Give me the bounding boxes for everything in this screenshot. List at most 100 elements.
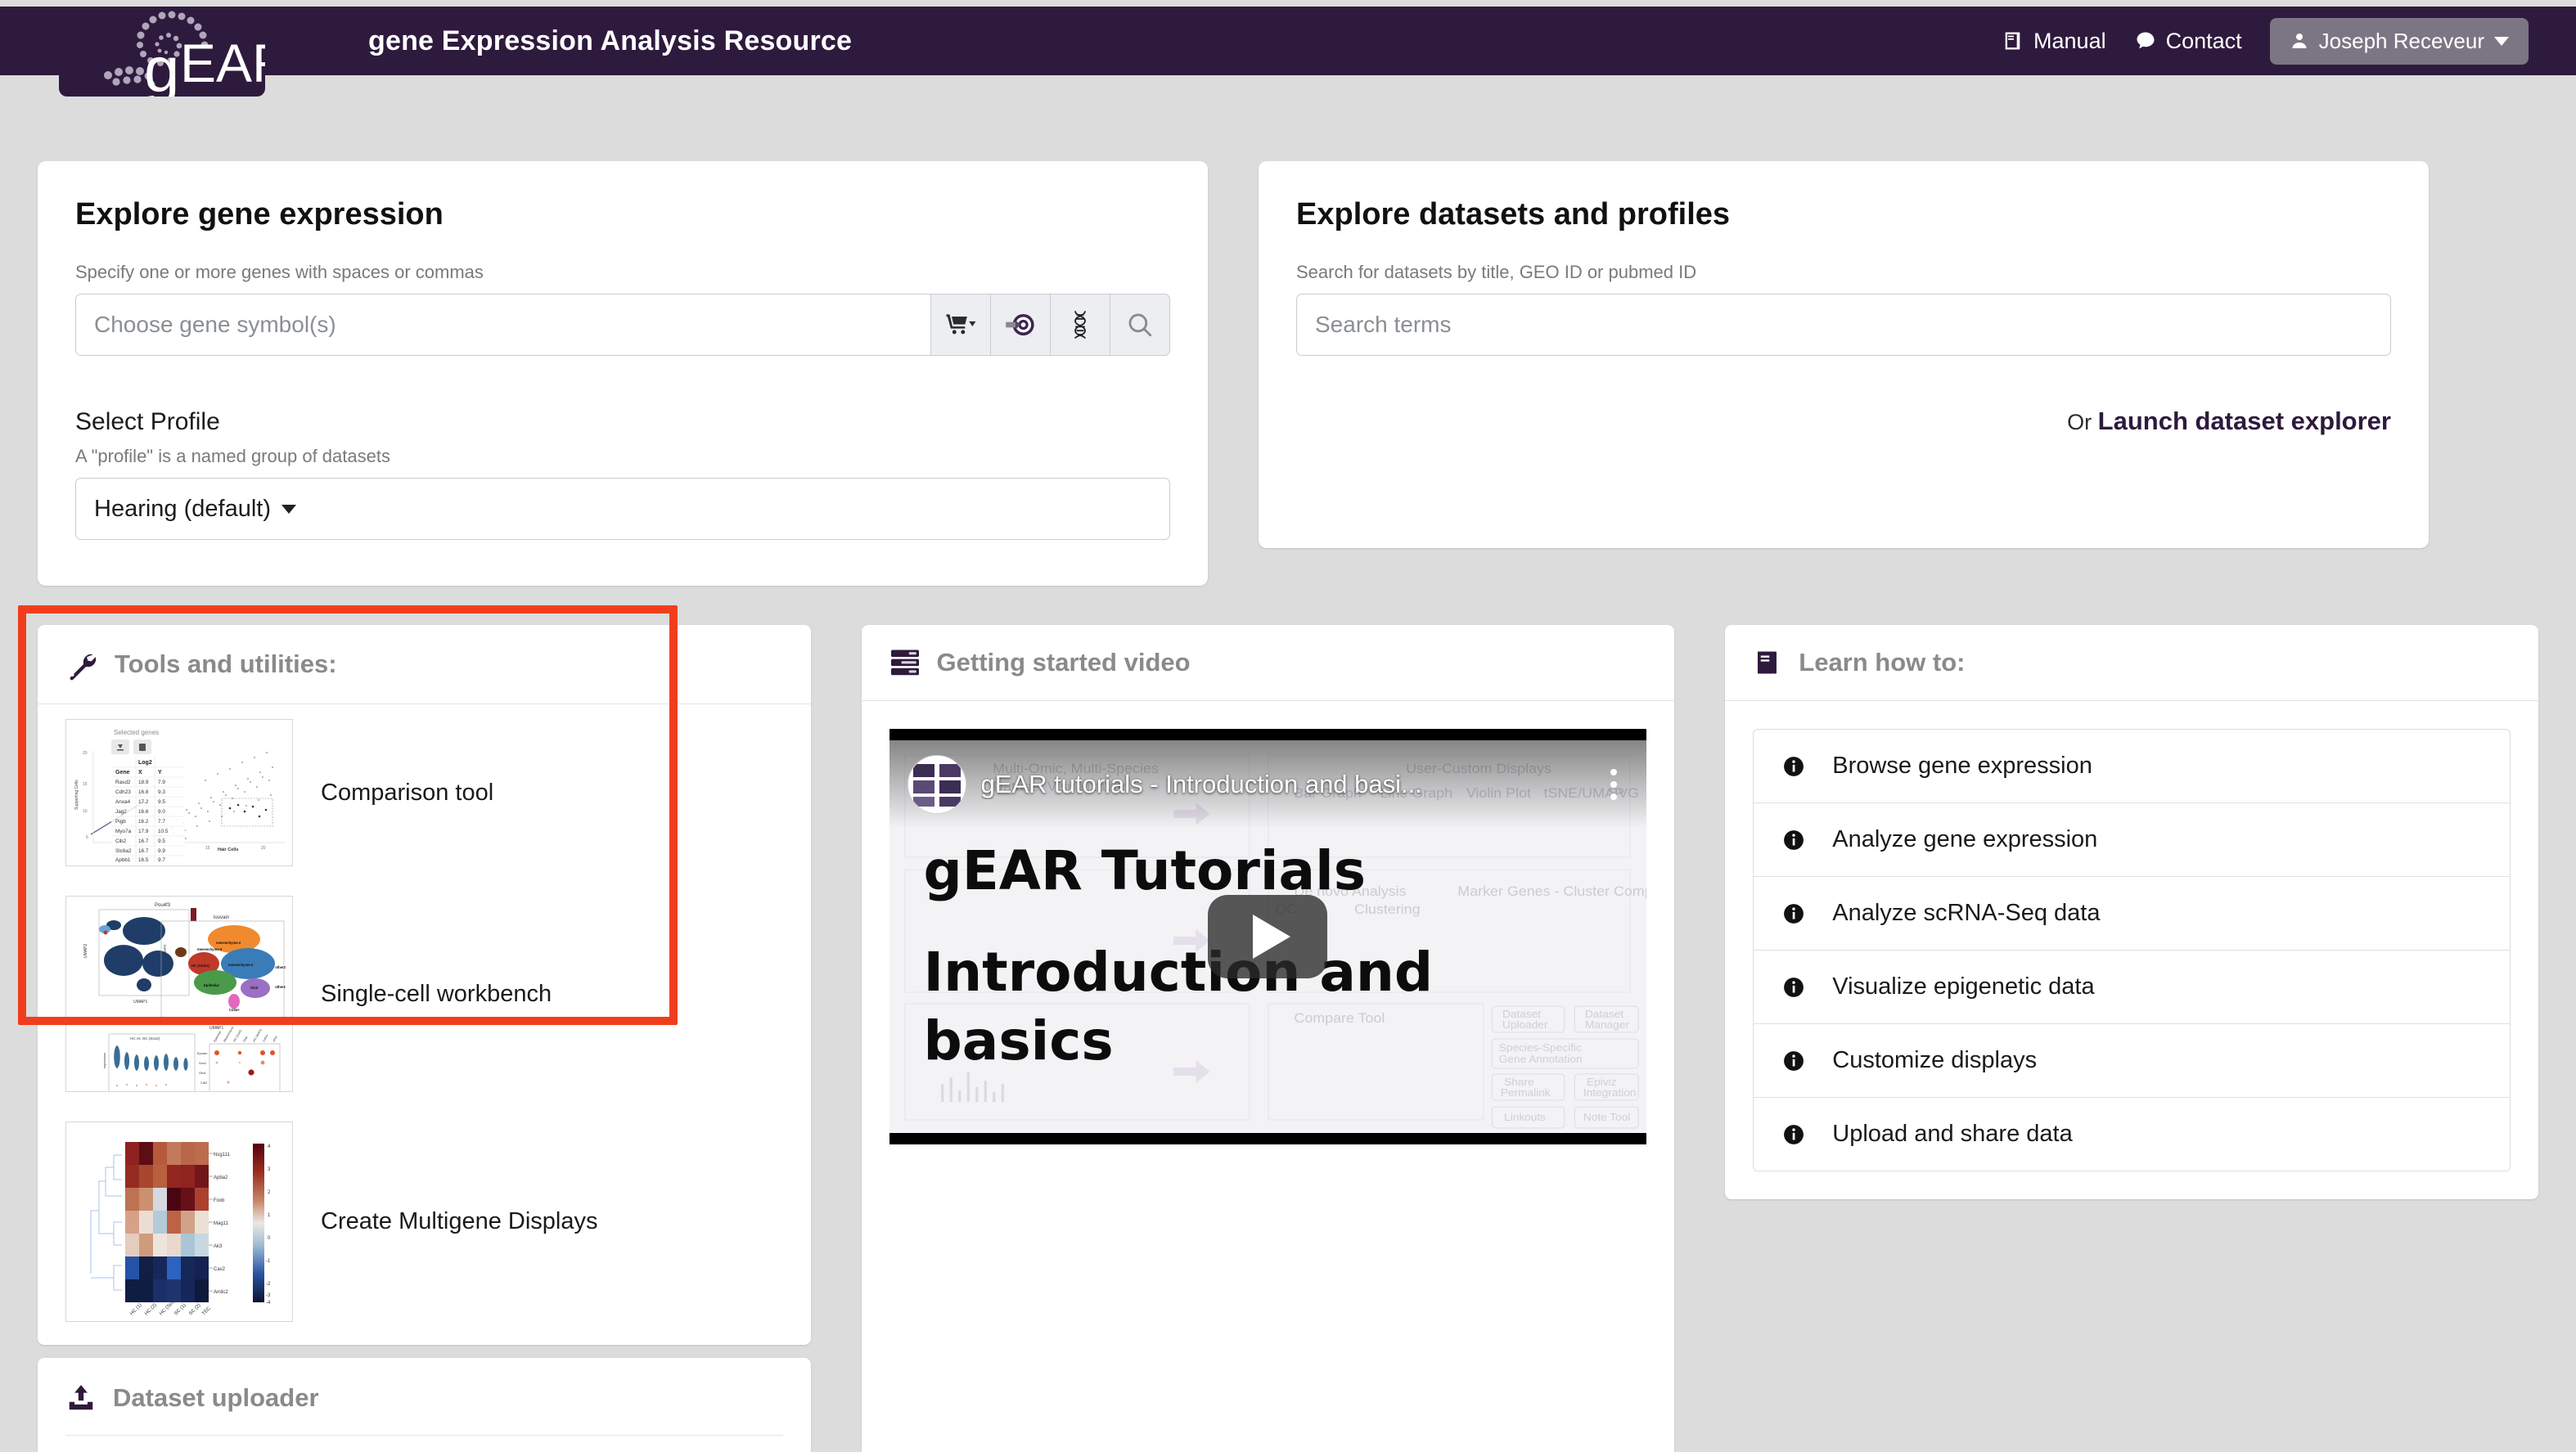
book-icon: [1753, 648, 1782, 677]
svg-text:20: 20: [261, 846, 266, 851]
nav-contact-link[interactable]: Contact: [2134, 29, 2242, 54]
page-body: Explore gene expression Specify one or m…: [0, 161, 2576, 1452]
svg-text:Otx4: Otx4: [199, 1071, 206, 1075]
svg-text:Apbb1: Apbb1: [115, 857, 131, 863]
svg-text:-3: -3: [266, 1293, 271, 1298]
learn-panel-header: Learn how to:: [1725, 625, 2538, 701]
kebab-menu-icon[interactable]: [1599, 769, 1628, 800]
server-list-icon: [889, 649, 921, 677]
info-circle-icon: [1783, 1050, 1804, 1072]
learn-item-label: Browse gene expression: [1832, 753, 2092, 779]
video-panel-header: Getting started video: [861, 625, 1675, 701]
svg-text:16.2: 16.2: [138, 819, 149, 825]
learn-panel-title: Learn how to:: [1799, 648, 1966, 677]
chevron-down-icon: [2494, 36, 2509, 46]
svg-text:louvain: louvain: [214, 915, 229, 920]
tools-list: Selected genes 20 15 10 5 15 20 Supporti…: [38, 704, 811, 1345]
svg-text:15: 15: [205, 846, 210, 851]
svg-text:9.0: 9.0: [158, 809, 165, 815]
nav-manual-link[interactable]: Manual: [2002, 29, 2106, 54]
svg-text:9.5: 9.5: [158, 838, 165, 844]
gene-dna-button[interactable]: [1051, 294, 1111, 356]
heatmap-thumbnail: Nsg111 Apba2 Foxb Mag11 Ak3 Cav2 Arrdc2: [65, 1122, 293, 1322]
top-navigation-bar: gene Expression Analysis Resource Manual…: [0, 7, 2576, 75]
learn-item-analyze-gene-expression[interactable]: Analyze gene expression: [1753, 802, 2511, 876]
svg-text:Log2: Log2: [138, 760, 152, 766]
svg-text:EAR: EAR: [180, 33, 265, 93]
svg-text:16.7: 16.7: [138, 848, 149, 854]
play-icon[interactable]: [1208, 895, 1328, 978]
learn-item-browse-gene-expression[interactable]: Browse gene expression: [1753, 729, 2511, 802]
svg-text:HC (Atoh1): HC (Atoh1): [191, 964, 209, 968]
gene-search-button[interactable]: [1110, 294, 1170, 356]
svg-text:UMAP2: UMAP2: [163, 944, 167, 957]
svg-text:Hair Cells: Hair Cells: [218, 847, 238, 852]
info-circle-icon: [1783, 756, 1804, 777]
svg-text:HC vs. SC (Sox2): HC vs. SC (Sox2): [130, 1036, 160, 1041]
tool-item-single-cell[interactable]: Pou4f3 UMAP2 UMAP1 louvain mesenchyme-2 …: [38, 881, 811, 1107]
svg-text:-2: -2: [266, 1282, 271, 1287]
svg-text:Cib2: Cib2: [115, 838, 127, 844]
tool-item-multigene[interactable]: Nsg111 Apba2 Foxb Mag11 Ak3 Cav2 Arrdc2: [38, 1107, 811, 1337]
learn-how-to-panel: Learn how to: Browse gene expression Ana: [1725, 625, 2538, 1199]
video-thumbnail: Multi-Omic, Multi-Species Dataset Visual…: [889, 740, 1647, 1133]
top-cards-row: Explore gene expression Specify one or m…: [0, 161, 2576, 586]
learn-item-customize-displays[interactable]: Customize displays: [1753, 1023, 2511, 1097]
svg-text:mesenchyme-3: mesenchyme-3: [197, 947, 223, 951]
svg-text:20: 20: [83, 751, 88, 756]
user-menu-button[interactable]: Joseph Receveur: [2269, 17, 2529, 65]
svg-text:Pou4f3: Pou4f3: [155, 903, 171, 908]
svg-text:-4: -4: [266, 1301, 271, 1306]
learn-item-upload-share-data[interactable]: Upload and share data: [1753, 1097, 2511, 1171]
explore-gene-expression-card: Explore gene expression Specify one or m…: [38, 161, 1208, 586]
scatter-plot-thumbnail: Selected genes 20 15 10 5 15 20 Supporti…: [65, 719, 293, 866]
profile-selected-value: Hearing (default): [94, 495, 271, 522]
launch-dataset-explorer-link[interactable]: Launch dataset explorer: [2098, 407, 2391, 435]
gene-symbol-input[interactable]: [75, 294, 932, 356]
svg-text:Epcam: Epcam: [197, 1051, 208, 1055]
info-circle-icon: [1783, 1124, 1804, 1145]
gear-logo[interactable]: g EAR: [59, 7, 265, 97]
site-title: gene Expression Analysis Resource: [368, 25, 853, 56]
uploader-buttons: EXPRESSION DATA EPIGENETIC DATA: [38, 1436, 811, 1452]
tool-label: Comparison tool: [321, 779, 494, 806]
youtube-video-embed[interactable]: Multi-Omic, Multi-Species Dataset Visual…: [889, 729, 1647, 1144]
learn-item-analyze-scrna-seq[interactable]: Analyze scRNA-Seq data: [1753, 876, 2511, 950]
user-icon: [2290, 31, 2309, 51]
learn-item-label: Analyze scRNA-Seq data: [1832, 900, 2101, 926]
learn-item-visualize-epigenetic[interactable]: Visualize epigenetic data: [1753, 950, 2511, 1023]
svg-text:Linkouts: Linkouts: [1504, 1111, 1546, 1123]
channel-avatar[interactable]: [907, 755, 966, 814]
nav-manual-label: Manual: [2033, 28, 2106, 53]
svg-text:15: 15: [83, 782, 88, 787]
svg-text:other2: other2: [275, 965, 286, 969]
svg-text:Myo7a: Myo7a: [115, 829, 132, 834]
svg-text:expression: expression: [102, 1053, 106, 1068]
tool-item-comparison[interactable]: Selected genes 20 15 10 5 15 20 Supporti…: [38, 704, 811, 881]
launch-explorer-row: Or Launch dataset explorer: [1296, 407, 2391, 436]
svg-text:Mag11: Mag11: [214, 1221, 229, 1226]
profile-help-text: A "profile" is a named group of datasets: [75, 446, 390, 466]
svg-text:Epithelial: Epithelial: [204, 983, 219, 987]
svg-text:10: 10: [83, 809, 88, 814]
svg-text:Cd34+: Cd34+: [229, 1008, 240, 1012]
explore-datasets-card: Explore datasets and profiles Search for…: [1259, 161, 2429, 548]
svg-text:-1: -1: [266, 1259, 271, 1264]
svg-text:X: X: [138, 770, 142, 775]
dataset-search-input[interactable]: [1296, 294, 2391, 356]
tools-and-utilities-panel: Tools and utilities: Selected genes 20 1…: [38, 625, 811, 1345]
profile-select[interactable]: Hearing (default): [75, 478, 1170, 540]
dataset-search-help: Search for datasets by title, GEO ID or …: [1296, 262, 1697, 282]
wrench-icon: [65, 648, 98, 681]
svg-text:10.5: 10.5: [158, 829, 169, 834]
gene-cart-dropdown[interactable]: [931, 294, 992, 356]
gene-target-button[interactable]: [991, 294, 1052, 356]
svg-text:UMAP2: UMAP2: [83, 944, 88, 958]
user-menu-label: Joseph Receveur: [2318, 28, 2484, 53]
youtube-title-bar: gEAR tutorials - Introduction and basi..…: [889, 740, 1647, 829]
svg-text:Foxb: Foxb: [214, 1198, 225, 1203]
learn-column: Learn how to: Browse gene expression Ana: [1725, 625, 2538, 1452]
svg-text:Cib2: Cib2: [200, 1081, 208, 1085]
or-label: Or: [2067, 410, 2092, 434]
video-wrapper: Multi-Omic, Multi-Species Dataset Visual…: [862, 701, 1675, 1144]
